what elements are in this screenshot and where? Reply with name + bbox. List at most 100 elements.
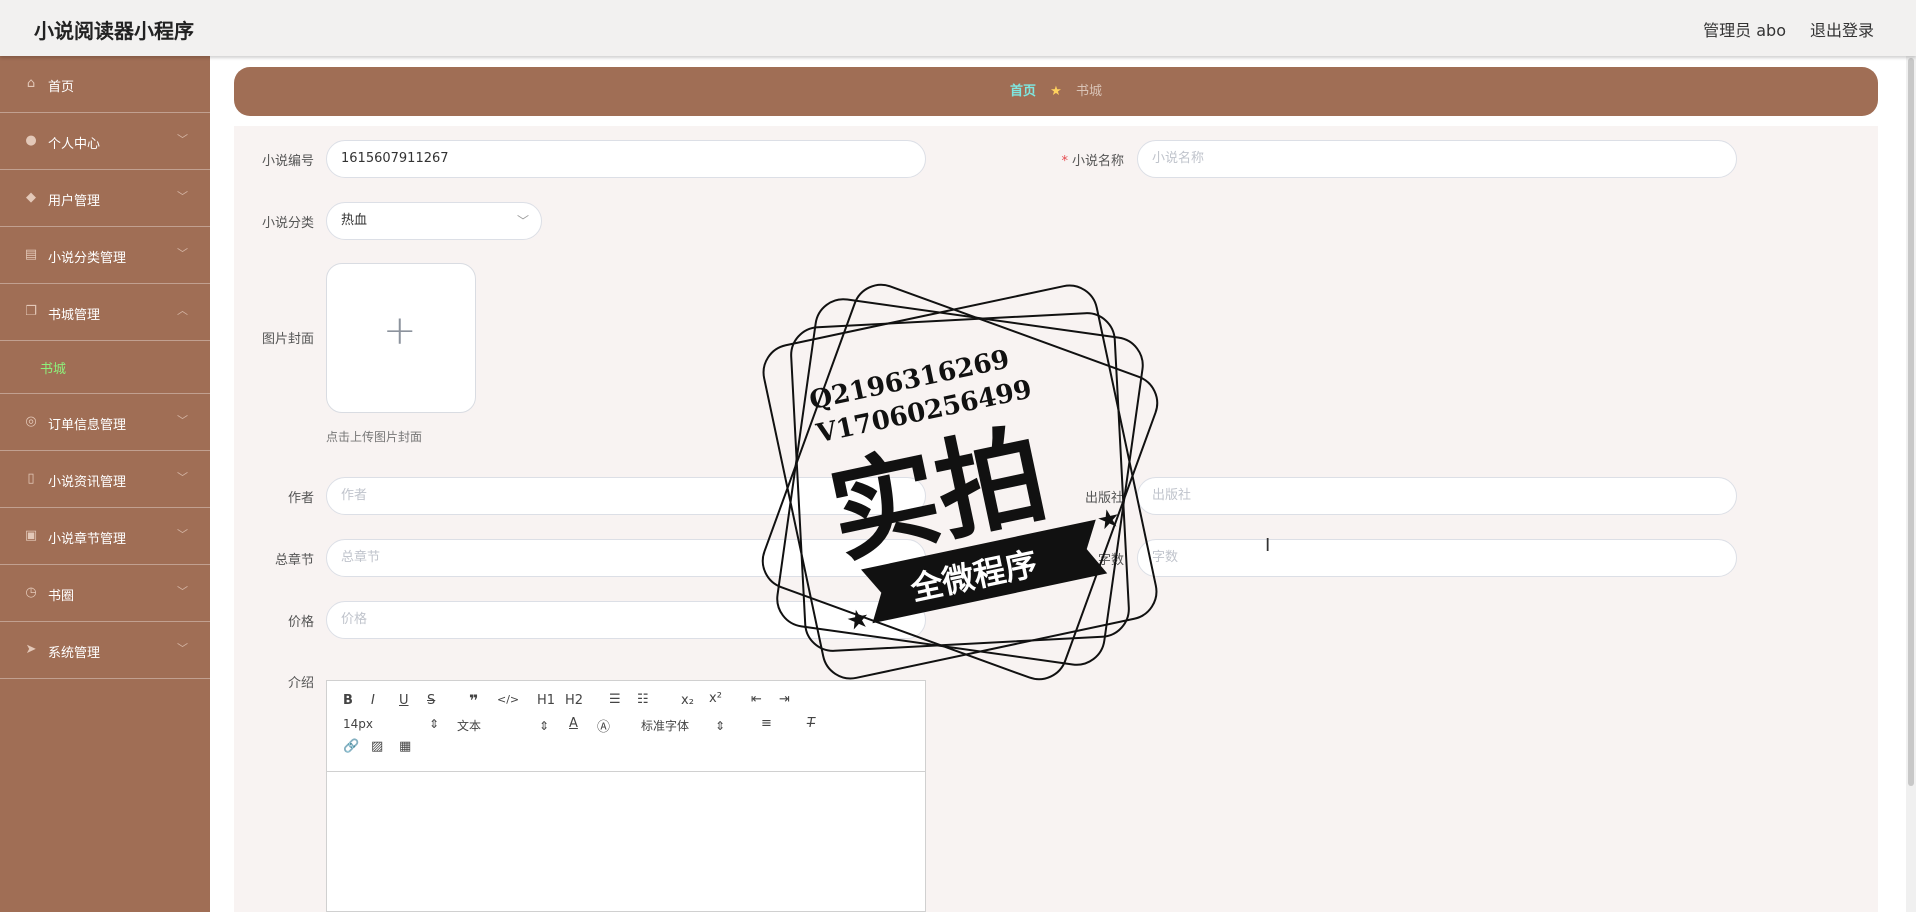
words-input[interactable]: 字数 <box>1137 539 1737 577</box>
sidebar-item-category[interactable]: ▤ 小说分类管理 ﹀ <box>0 227 210 284</box>
chapters-label: 总章节 <box>274 553 314 568</box>
sidebar-item-label: 小说分类管理 <box>48 251 127 266</box>
briefcase-icon: ▤ <box>24 247 38 262</box>
sidebar-item-label: 首页 <box>48 80 75 95</box>
bold-button[interactable]: B <box>343 693 353 708</box>
font-family-value: 标准字体 <box>641 719 690 733</box>
underline-button[interactable]: U <box>399 693 409 708</box>
superscript-button[interactable]: x² <box>709 691 722 706</box>
link-icon[interactable]: 🔗 <box>343 739 359 754</box>
italic-button[interactable]: I <box>371 693 375 708</box>
text-type-value: 文本 <box>457 719 482 733</box>
sidebar-item-profile[interactable]: ● 个人中心 ﹀ <box>0 113 210 170</box>
id-label: 小说编号 <box>261 154 314 169</box>
publisher-input[interactable]: 出版社 <box>1137 477 1737 515</box>
updown-icon: ⇕ <box>715 719 726 733</box>
sidebar-item-news[interactable]: ▯ 小说资讯管理 ﹀ <box>0 451 210 508</box>
breadcrumb: 首页 ★ 书城 <box>234 67 1878 116</box>
category-value: 热血 <box>341 213 368 228</box>
align-icon[interactable]: ≡ <box>761 716 772 731</box>
name-label: * 小说名称 <box>1044 150 1124 169</box>
user-icon: ● <box>25 133 37 148</box>
chevron-down-icon: ﹀ <box>177 414 188 427</box>
breadcrumb-current: 书城 <box>1075 84 1102 99</box>
chevron-down-icon: ﹀ <box>177 190 188 203</box>
star-icon: ★ <box>844 603 873 637</box>
sidebar-item-home[interactable]: ⌂ 首页 <box>0 56 210 113</box>
sidebar-item-label: 个人中心 <box>48 137 101 152</box>
updown-icon: ⇕ <box>539 719 550 733</box>
sidebar-item-bookstore[interactable]: ❐ 书城管理 ︿ <box>0 284 210 341</box>
subscript-button[interactable]: x₂ <box>681 693 694 708</box>
category-label: 小说分类 <box>261 216 314 231</box>
admin-name: 管理员 abo <box>1703 21 1786 40</box>
author-label: 作者 <box>287 491 314 506</box>
sidebar-item-orders[interactable]: ◎ 订单信息管理 ﹀ <box>0 394 210 451</box>
strike-button[interactable]: S <box>427 693 435 708</box>
clear-format-icon[interactable]: T̶ <box>807 716 815 731</box>
video-icon[interactable]: ▦ <box>399 739 411 754</box>
intro-label: 介绍 <box>287 676 314 691</box>
checklist-icon: ▣ <box>24 528 38 543</box>
top-header: 小说阅读器小程序 管理员 abo 退出登录 <box>0 0 1916 56</box>
stamp-watermark: Q2196316269 V17060256499 实拍 全微程序 ★ ★ <box>761 283 1159 681</box>
sidebar-item-label: 书圈 <box>48 589 75 604</box>
logout-link[interactable]: 退出登录 <box>1810 17 1874 41</box>
font-color-icon[interactable]: A <box>569 716 578 731</box>
chevron-down-icon: ﹀ <box>177 528 188 541</box>
sidebar-item-users[interactable]: ◆ 用户管理 ﹀ <box>0 170 210 227</box>
copy-icon: ❐ <box>25 304 37 319</box>
send-icon: ➤ <box>25 642 37 657</box>
chevron-up-icon: ︿ <box>177 304 188 317</box>
name-label-text: 小说名称 <box>1071 154 1124 169</box>
id-input[interactable]: 1615607911267 <box>326 140 926 178</box>
page-scrollbar[interactable] <box>1906 56 1916 912</box>
home-icon: ⌂ <box>26 76 36 91</box>
text-cursor-icon: I <box>1265 535 1271 556</box>
chevron-down-icon: ﹀ <box>177 471 188 484</box>
required-mark: * <box>1061 154 1068 169</box>
text-type-select[interactable]: 文本 ⇕ <box>457 717 549 734</box>
code-icon[interactable]: </> <box>497 693 519 706</box>
clock-icon: ◷ <box>25 585 37 600</box>
star-icon: ★ <box>1050 84 1062 99</box>
bullet-list-icon[interactable]: ☷ <box>637 692 649 707</box>
font-size-select[interactable]: 14px ⇕ <box>343 717 439 731</box>
sidebar-item-label: 系统管理 <box>48 646 101 661</box>
sidebar-item-chapters[interactable]: ▣ 小说章节管理 ﹀ <box>0 508 210 565</box>
ordered-list-icon[interactable]: ☰ <box>609 692 621 707</box>
quote-icon[interactable]: ❞ <box>469 691 478 710</box>
font-size-value: 14px <box>343 717 373 731</box>
font-family-select[interactable]: 标准字体 ⇕ <box>641 717 725 734</box>
sidebar-item-label: 订单信息管理 <box>48 418 127 433</box>
name-input[interactable]: 小说名称 <box>1137 140 1737 178</box>
image-icon[interactable]: ▨ <box>371 739 383 754</box>
breadcrumb-home[interactable]: 首页 <box>1010 84 1036 99</box>
star-icon: ★ <box>1094 503 1123 537</box>
chevron-down-icon: ﹀ <box>177 642 188 655</box>
scrollbar-thumb[interactable] <box>1908 58 1914 786</box>
sidebar-item-label: 书城管理 <box>48 308 101 323</box>
compass-icon: ◎ <box>25 414 37 429</box>
category-select[interactable]: 热血 ﹀ <box>326 202 542 240</box>
sidebar-subitem-bookstore[interactable]: 书城 <box>0 341 210 394</box>
sidebar-item-circle[interactable]: ◷ 书圈 ﹀ <box>0 565 210 622</box>
sidebar-item-label: 小说资讯管理 <box>48 475 127 490</box>
sidebar-item-label: 小说章节管理 <box>48 532 127 547</box>
chevron-down-icon: ﹀ <box>177 247 188 260</box>
cover-upload[interactable]: + <box>326 263 476 413</box>
mobile-icon: ▯ <box>27 471 35 486</box>
sidebar: ⌂ 首页 ● 个人中心 ﹀ ◆ 用户管理 ﹀ ▤ 小说分类管理 ﹀ ❐ 书城管理… <box>0 56 210 912</box>
sidebar-item-system[interactable]: ➤ 系统管理 ﹀ <box>0 622 210 679</box>
h2-button[interactable]: H2 <box>565 693 583 708</box>
cover-label: 图片封面 <box>261 332 314 347</box>
chevron-down-icon: ﹀ <box>177 133 188 146</box>
intro-editor: B I U S ❞ </> H1 H2 ☰ ☷ x₂ x² ⇤ ⇥ 14px ⇕ … <box>326 680 926 912</box>
sidebar-subitem-label: 书城 <box>40 362 67 377</box>
chevron-down-icon: ﹀ <box>177 585 188 598</box>
price-label: 价格 <box>287 615 314 630</box>
chevron-down-icon: ﹀ <box>516 214 529 228</box>
app-title: 小说阅读器小程序 <box>34 19 194 43</box>
bg-color-icon[interactable]: Ⓐ <box>597 716 610 735</box>
h1-button[interactable]: H1 <box>537 693 555 708</box>
